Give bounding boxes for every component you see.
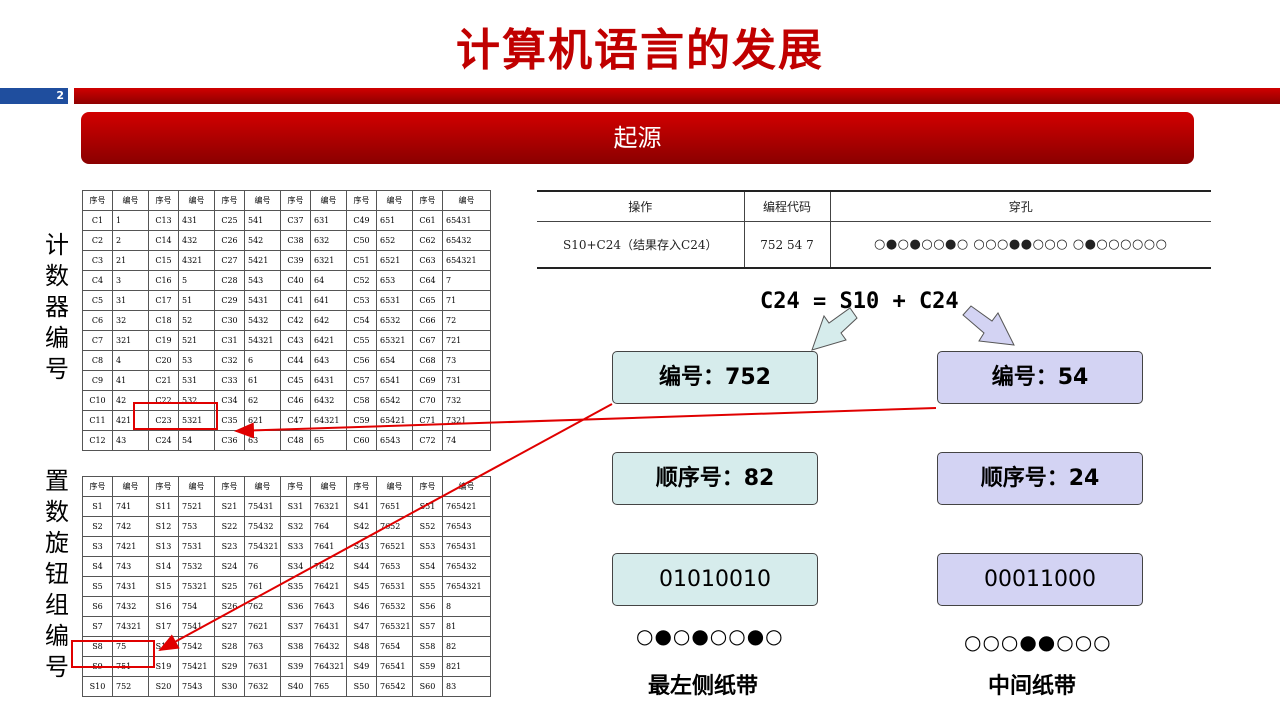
- block-arrow-right: [962, 305, 1015, 346]
- arrow-to-c24: [234, 407, 937, 439]
- highlight-c24: [133, 402, 218, 430]
- arrow-to-s10: [158, 403, 613, 651]
- highlight-s10: [71, 640, 155, 668]
- block-arrow-left: [811, 307, 858, 351]
- annotation-overlay: [71, 305, 1015, 668]
